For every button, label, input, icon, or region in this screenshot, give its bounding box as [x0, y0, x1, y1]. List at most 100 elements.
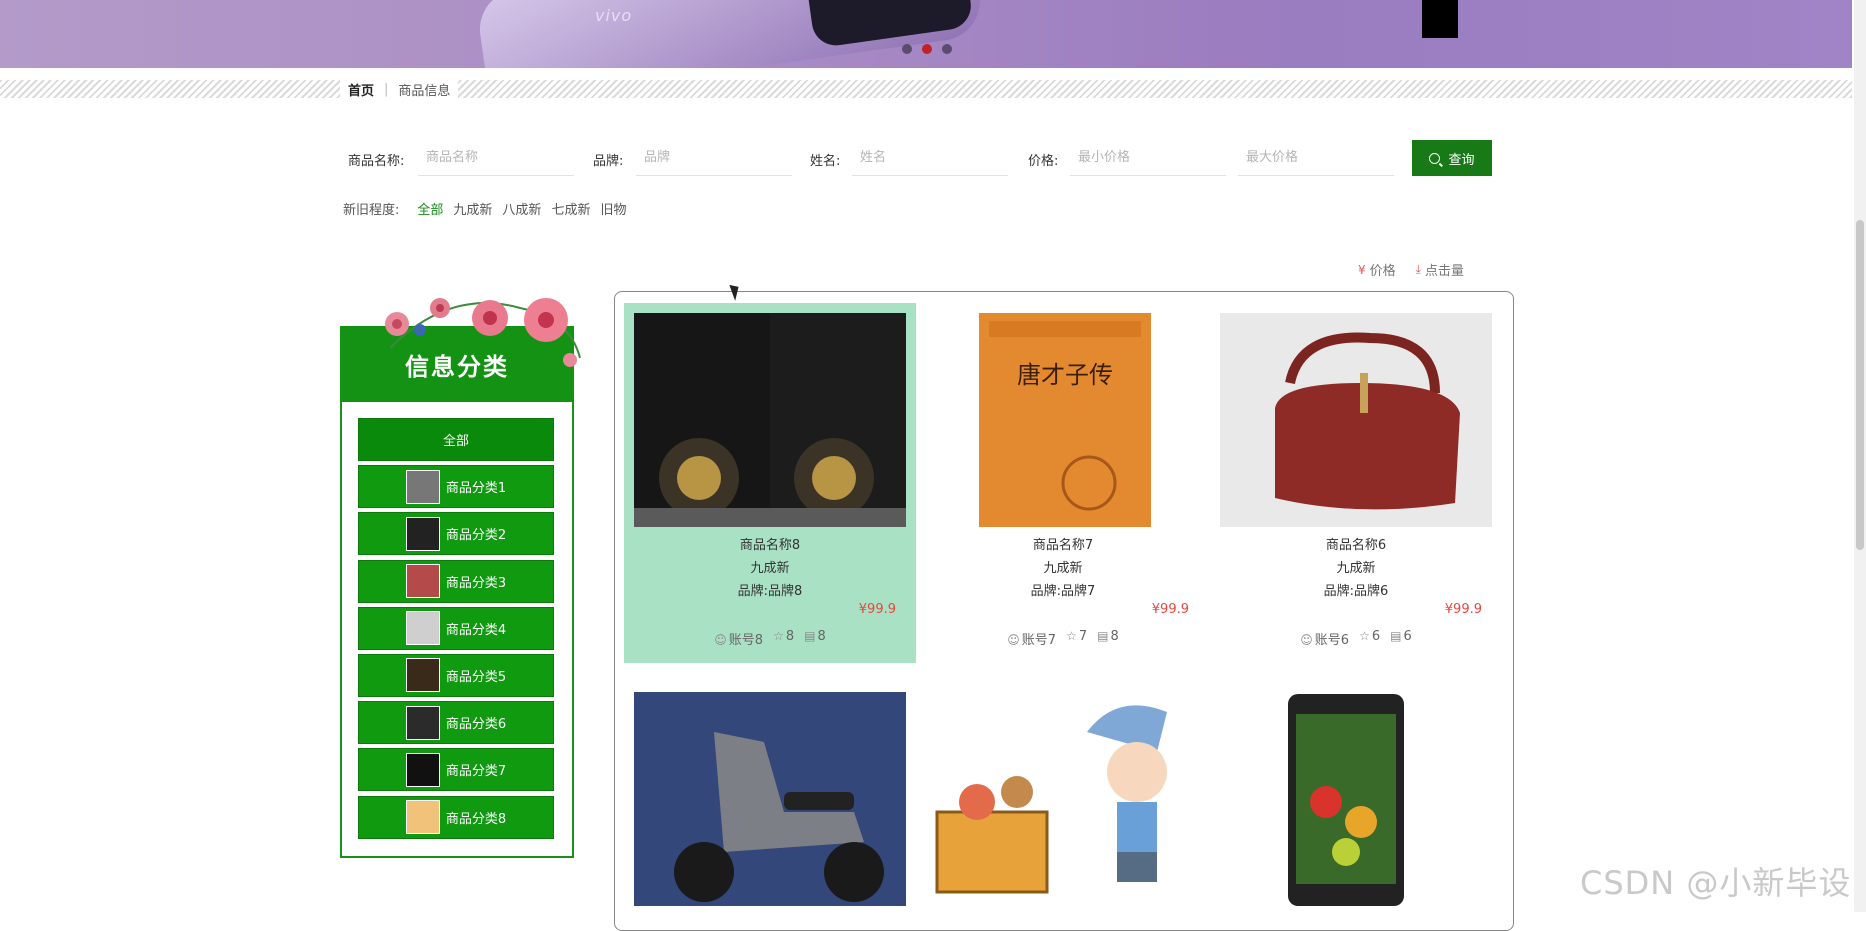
condition-option-90[interactable]: 九成新 [453, 199, 492, 218]
product-favorites: 7 [1078, 629, 1088, 644]
breadcrumb-background [0, 80, 1852, 98]
product-condition: 九成新 [1336, 561, 1376, 576]
product-name-label: 商品名称: [348, 154, 405, 169]
category-list: 全部 商品分类1 商品分类2 商品分类3 商品分类4 商品分类5 商品分类6 商… [358, 418, 554, 843]
category-item-all[interactable]: 全部 [358, 418, 554, 461]
condition-filter: 新旧程度: 全部 九成新 八成新 七成新 旧物 [343, 199, 626, 218]
category-item-4[interactable]: 商品分类4 [358, 606, 554, 650]
comment-icon: ▤ [804, 629, 816, 643]
condition-option-70[interactable]: 七成新 [551, 199, 590, 218]
product-image-book[interactable]: 唐才子传 [979, 313, 1151, 527]
product-comments: 8 [817, 629, 826, 644]
product-grid: 商品名称8 九成新 品牌:品牌8 ¥99.9 ☺ 账号8 ☆ 8 ▤ 8 唐才子传 商… [614, 291, 1514, 931]
banner-phone-image [474, 0, 986, 68]
product-meta: ☺ 账号6 ☆ 6 ▤ 6 [1210, 629, 1502, 648]
category-label: 商品分类4 [445, 622, 507, 638]
category-thumbnail [405, 658, 440, 693]
comment-icon: ▤ [1390, 629, 1402, 643]
breadcrumb-home-link[interactable]: 首页 [348, 80, 374, 99]
product-account: 账号8 [728, 633, 764, 648]
category-item-3[interactable]: 商品分类3 [358, 559, 554, 603]
condition-option-old[interactable]: 旧物 [600, 199, 626, 218]
star-icon: ☆ [773, 629, 784, 643]
category-item-7[interactable]: 商品分类7 [358, 748, 554, 792]
category-label: 商品分类3 [445, 575, 507, 591]
product-image-cartoon-toys[interactable] [917, 692, 1209, 906]
product-brand: 品牌:品牌8 [737, 584, 803, 599]
product-name[interactable]: 商品名称8 [624, 534, 916, 553]
top-banner[interactable]: vivo [0, 0, 1852, 68]
condition-option-all[interactable]: 全部 [417, 199, 443, 218]
min-price-input[interactable] [1070, 140, 1226, 176]
condition-option-80[interactable]: 八成新 [502, 199, 541, 218]
category-item-5[interactable]: 商品分类5 [358, 653, 554, 697]
product-favorites: 6 [1371, 629, 1381, 644]
category-thumbnail [405, 564, 440, 599]
comment-icon: ▤ [1097, 629, 1109, 643]
user-icon: ☺ [714, 633, 727, 647]
category-item-8[interactable]: 商品分类8 [358, 795, 554, 839]
product-meta: ☺ 账号8 ☆ 8 ▤ 8 [624, 629, 916, 648]
condition-label: 新旧程度: [343, 203, 400, 218]
category-thumbnail [405, 752, 440, 787]
category-item-6[interactable]: 商品分类6 [358, 701, 554, 745]
category-label: 商品分类5 [445, 669, 507, 685]
product-image-speakers[interactable] [634, 313, 906, 527]
watermark: CSDN @小新毕设 [1580, 864, 1852, 902]
product-card[interactable]: 商品名称8 九成新 品牌:品牌8 ¥99.9 ☺ 账号8 ☆ 8 ▤ 8 [624, 303, 916, 663]
product-card[interactable]: 唐才子传 商品名称7 九成新 品牌:品牌7 ¥99.9 ☺ 账号7 ☆ 7 ▤ 8 [917, 303, 1209, 663]
scrollbar-thumb[interactable] [1856, 220, 1864, 550]
book-cover-title: 唐才子传 [1017, 361, 1113, 389]
product-comments: 6 [1403, 629, 1412, 644]
product-name[interactable]: 商品名称7 [917, 534, 1209, 553]
product-price: ¥99.9 [858, 602, 896, 617]
sort-controls: ¥ 价格 ⤓ 点击量 [1358, 260, 1464, 279]
person-name-label: 姓名: [810, 154, 841, 169]
breadcrumb: 首页 | 商品信息 [340, 78, 459, 100]
price-label: 价格: [1028, 154, 1059, 169]
product-card[interactable] [917, 682, 1209, 922]
person-name-input[interactable] [852, 140, 1008, 176]
sort-by-price[interactable]: ¥ 价格 [1358, 260, 1396, 280]
category-item-2[interactable]: 商品分类2 [358, 512, 554, 556]
category-thumbnail [405, 469, 440, 504]
product-favorites: 8 [785, 629, 795, 644]
product-image-handbag[interactable] [1220, 313, 1492, 527]
product-card[interactable] [1210, 682, 1502, 922]
brand-input[interactable] [636, 140, 792, 176]
category-label: 商品分类2 [445, 528, 507, 544]
product-card[interactable]: 商品名称6 九成新 品牌:品牌6 ¥99.9 ☺ 账号6 ☆ 6 ▤ 6 [1210, 303, 1502, 663]
carousel-dot[interactable] [942, 44, 952, 54]
product-account: 账号7 [1021, 633, 1057, 648]
product-image-phone[interactable] [1286, 692, 1406, 906]
breadcrumb-current: 商品信息 [398, 83, 451, 99]
query-button-label: 查询 [1448, 152, 1475, 168]
search-bar: 商品名称: 品牌: 姓名: 价格: 查询 [0, 138, 1852, 182]
product-card[interactable] [624, 682, 916, 922]
product-image-scooter[interactable] [634, 692, 906, 906]
product-comments: 8 [1110, 629, 1119, 644]
category-thumbnail [405, 705, 440, 740]
product-name[interactable]: 商品名称6 [1210, 534, 1502, 553]
carousel-dot[interactable] [902, 44, 912, 54]
max-price-input[interactable] [1238, 140, 1394, 176]
brand-label: 品牌: [593, 154, 624, 169]
carousel-dot-active[interactable] [922, 44, 932, 54]
user-icon: ☺ [1007, 633, 1020, 647]
product-condition: 九成新 [1043, 561, 1083, 576]
category-panel-title: 信息分类 [340, 326, 574, 402]
category-item-1[interactable]: 商品分类1 [358, 465, 554, 509]
product-meta: ☺ 账号7 ☆ 7 ▤ 8 [917, 629, 1209, 648]
category-label: 商品分类8 [445, 811, 507, 827]
query-button[interactable]: 查询 [1412, 140, 1492, 176]
banner-decoration [1422, 0, 1458, 38]
banner-brand-logo: vivo [595, 6, 633, 25]
category-thumbnail [405, 516, 440, 551]
page-scrollbar[interactable] [1854, 0, 1866, 912]
star-icon: ☆ [1066, 629, 1077, 643]
star-icon: ☆ [1359, 629, 1370, 643]
product-price: ¥99.9 [1444, 602, 1482, 617]
sort-price-label: 价格 [1369, 264, 1396, 279]
product-name-input[interactable] [418, 140, 574, 176]
sort-by-clicks[interactable]: ⤓ 点击量 [1416, 260, 1464, 279]
